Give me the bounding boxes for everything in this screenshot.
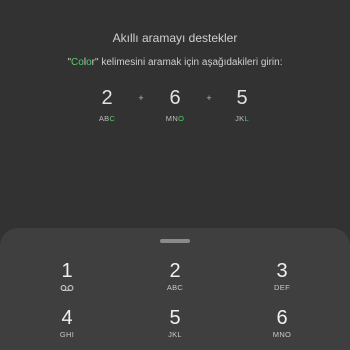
key-letters: GHI (59, 330, 75, 339)
example-letters: MNO (155, 114, 195, 123)
example-letter-highlight: O (178, 114, 185, 123)
example-letters: ABC (87, 114, 127, 123)
key-digit: 5 (169, 307, 181, 329)
key-digit: 4 (61, 307, 73, 329)
example-key-6: 6 MNO (155, 86, 195, 123)
key-2[interactable]: 2 ABC (135, 259, 215, 293)
key-3[interactable]: 3 DEF (242, 259, 322, 293)
smart-dial-title: Akıllı aramayı destekler (112, 31, 238, 45)
dial-keypad: 1 2 ABC 3 DEF 4 GHI 5 JKL 6 MNO (0, 228, 350, 350)
example-key-5: 5 JKL (222, 86, 262, 123)
key-1[interactable]: 1 (27, 259, 107, 292)
example-digit: 5 (236, 87, 248, 109)
key-5[interactable]: 5 JKL (135, 306, 215, 340)
example-letters-plain: MN (165, 114, 179, 123)
example-plus: + (206, 93, 212, 103)
example-letter-highlight: C (109, 114, 116, 123)
smart-dial-example: 2 ABC + 6 MNO + 5 JKL (0, 86, 350, 130)
key-letters: DEF (274, 283, 290, 292)
key-digit: 3 (276, 260, 288, 282)
smart-dial-instruction: "Color" kelimesini aramak için aşağıdaki… (0, 57, 350, 68)
key-digit: 6 (276, 307, 288, 329)
example-digit: 2 (101, 87, 113, 109)
key-4[interactable]: 4 GHI (27, 306, 107, 340)
example-letter-highlight: L (244, 114, 249, 123)
key-letters: JKL (168, 330, 182, 339)
instruction-highlight-co: Co (71, 57, 84, 68)
example-letters-plain: AB (98, 114, 110, 123)
key-digit: 1 (61, 260, 73, 282)
key-6[interactable]: 6 MNO (242, 306, 322, 340)
example-letters: JKL (222, 114, 262, 123)
instruction-suffix: " kelimesini aramak için aşağıdakileri g… (94, 57, 283, 68)
key-letters: ABC (166, 283, 184, 292)
example-digit: 6 (169, 87, 181, 109)
keypad-drag-handle[interactable] (160, 239, 190, 243)
dialer-screen: Akıllı aramayı destekler "Color" kelimes… (0, 0, 350, 350)
voicemail-icon (60, 285, 74, 291)
example-key-2: 2 ABC (87, 86, 127, 123)
key-digit: 2 (169, 260, 181, 282)
key-letters: MNO (272, 330, 292, 339)
example-plus: + (138, 93, 144, 103)
